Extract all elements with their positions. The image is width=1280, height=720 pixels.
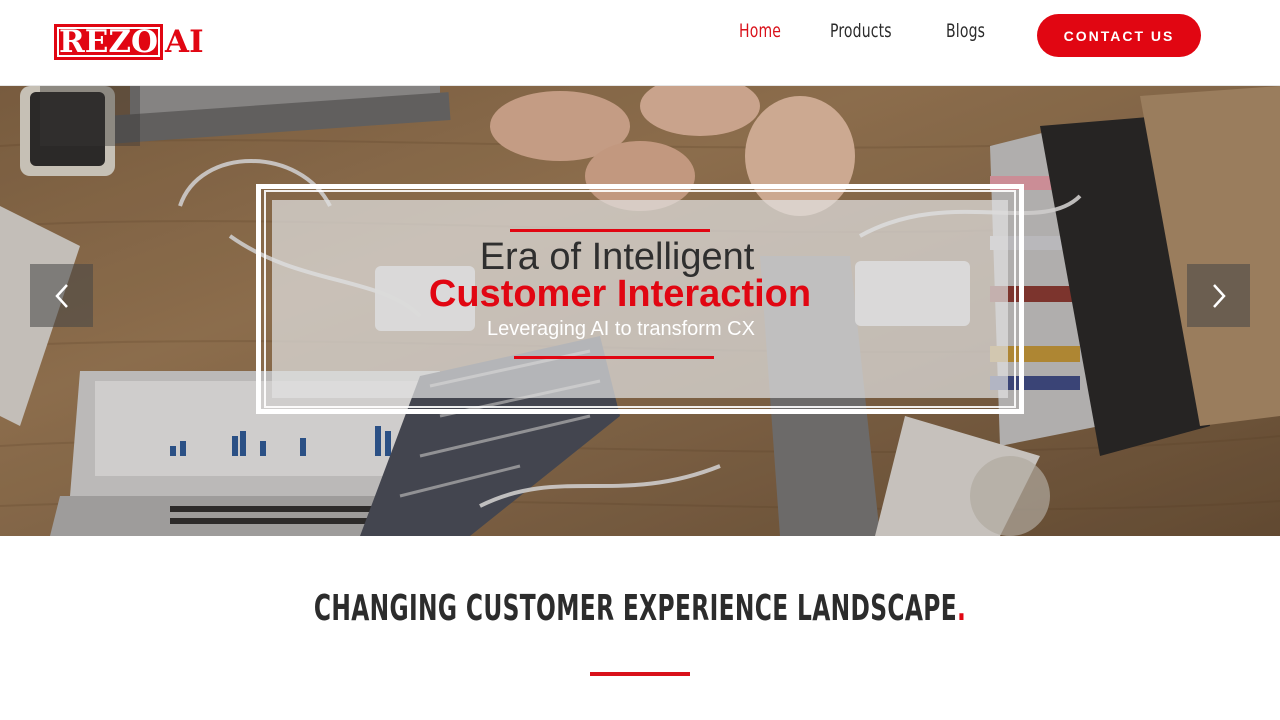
slider-next-button[interactable] [1187, 264, 1250, 327]
section-heading-text: CHANGING CUSTOMER EXPERIENCE LANDSCAPE [313, 588, 957, 629]
chevron-right-icon [1212, 283, 1226, 308]
slider-prev-button[interactable] [30, 264, 93, 327]
hero-subheading: Leveraging AI to transform CX [487, 318, 755, 340]
caption-bottom-rule [514, 356, 714, 359]
logo-text-rezo: REZO [54, 24, 164, 60]
site-header: REZO AI Home Products Blogs CONTACT US [0, 0, 1280, 86]
nav-products[interactable]: Products [830, 20, 892, 48]
section-heading: CHANGING CUSTOMER EXPERIENCE LANDSCAPE. [0, 588, 1280, 629]
section-heading-underline [590, 672, 690, 676]
hero-slider: Era of Intelligent Customer Interaction … [0, 86, 1280, 536]
hero-heading-line2: Customer Interaction [428, 273, 812, 315]
nav-home[interactable]: Home [739, 20, 781, 48]
section-heading-wrap: CHANGING CUSTOMER EXPERIENCE LANDSCAPE. [314, 588, 966, 629]
contact-us-button[interactable]: CONTACT US [1037, 14, 1201, 57]
brand-logo[interactable]: REZO AI [54, 24, 254, 60]
chevron-left-icon [54, 283, 68, 308]
caption-top-rule [510, 229, 710, 232]
logo-text-ai: AI [163, 24, 204, 60]
nav-blogs[interactable]: Blogs [946, 20, 985, 48]
section-heading-dot: . [956, 588, 967, 629]
